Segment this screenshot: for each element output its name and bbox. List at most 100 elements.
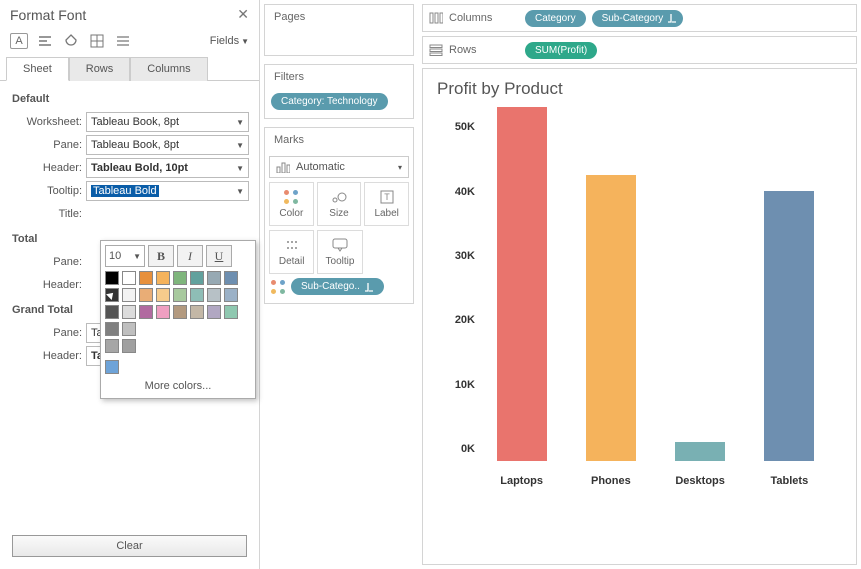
alignment-icon[interactable] <box>36 33 54 49</box>
underline-button[interactable]: U <box>206 245 232 267</box>
fields-dropdown[interactable]: Fields ▼ <box>210 35 249 47</box>
bar-icon <box>276 161 290 173</box>
svg-text:T: T <box>384 192 390 202</box>
color-swatch[interactable] <box>105 339 119 353</box>
x-label: Tablets <box>764 475 814 487</box>
pill-category[interactable]: Category <box>525 10 586 27</box>
filters-card-title: Filters <box>265 65 413 89</box>
bar[interactable] <box>497 107 547 461</box>
color-swatch[interactable] <box>224 271 238 285</box>
tab-columns[interactable]: Columns <box>130 57 207 81</box>
color-swatch[interactable] <box>105 271 119 285</box>
color-swatch[interactable] <box>224 305 238 319</box>
marks-pill-subcategory[interactable]: Sub-Catego.. <box>291 278 384 295</box>
color-swatch[interactable] <box>190 305 204 319</box>
label-title: Title: <box>12 208 82 220</box>
tab-rows[interactable]: Rows <box>69 57 131 81</box>
size-icon <box>331 189 347 205</box>
font-icon[interactable]: A <box>10 33 28 49</box>
color-swatch[interactable] <box>156 305 170 319</box>
label-header-total: Header: <box>12 279 82 291</box>
color-swatch[interactable] <box>190 288 204 302</box>
y-tick: 40K <box>437 186 475 198</box>
color-swatch[interactable] <box>139 305 153 319</box>
label-pane: Pane: <box>12 139 82 151</box>
section-default: Default <box>12 87 249 109</box>
y-tick: 10K <box>437 379 475 391</box>
color-swatch[interactable] <box>105 360 119 374</box>
color-swatch[interactable] <box>139 288 153 302</box>
font-color-popup: 10▼ B I U More colors... <box>100 240 256 399</box>
marks-tooltip-button[interactable]: Tooltip <box>317 230 362 274</box>
label-icon: T <box>380 189 394 205</box>
color-swatch[interactable] <box>207 288 221 302</box>
sort-icon <box>364 282 374 292</box>
columns-icon <box>429 12 443 24</box>
clear-button[interactable]: Clear <box>12 535 247 557</box>
color-swatch[interactable] <box>173 271 187 285</box>
color-swatch[interactable] <box>122 271 136 285</box>
y-tick: 0K <box>437 443 475 455</box>
pill-profit[interactable]: SUM(Profit) <box>525 42 597 59</box>
x-label: Phones <box>586 475 636 487</box>
columns-shelf[interactable]: Columns Category Sub-Category <box>422 4 857 32</box>
chart-area: LaptopsPhonesDesktopsTablets 0K10K20K30K… <box>479 107 832 487</box>
sort-icon <box>667 13 677 23</box>
format-title: Format Font <box>10 7 86 23</box>
marks-color-button[interactable]: Color <box>269 182 314 226</box>
bar[interactable] <box>586 175 636 461</box>
fields-label: Fields <box>210 35 239 47</box>
marks-size-button[interactable]: Size <box>317 182 362 226</box>
color-swatch[interactable] <box>105 288 119 302</box>
filter-pill-category[interactable]: Category: Technology <box>271 93 388 110</box>
bar[interactable] <box>764 191 814 461</box>
label-pane-gt: Pane: <box>12 327 82 339</box>
color-swatch[interactable] <box>156 271 170 285</box>
default-header-dropdown[interactable]: Tableau Bold, 10pt▼ <box>86 158 249 178</box>
color-swatch[interactable] <box>105 322 119 336</box>
x-label: Laptops <box>497 475 547 487</box>
marks-label-button[interactable]: T Label <box>364 182 409 226</box>
color-swatch[interactable] <box>122 339 136 353</box>
color-swatch[interactable] <box>139 271 153 285</box>
color-swatch[interactable] <box>190 271 204 285</box>
borders-icon[interactable] <box>88 33 106 49</box>
color-swatch[interactable] <box>122 322 136 336</box>
close-icon[interactable]: ✕ <box>237 6 249 23</box>
color-swatch[interactable] <box>122 305 136 319</box>
color-swatch[interactable] <box>105 305 119 319</box>
y-tick: 30K <box>437 250 475 262</box>
more-colors-link[interactable]: More colors... <box>105 374 251 394</box>
marks-detail-button[interactable]: Detail <box>269 230 314 274</box>
marks-type-dropdown[interactable]: Automatic ▾ <box>269 156 409 178</box>
color-swatch[interactable] <box>122 288 136 302</box>
color-swatch[interactable] <box>224 288 238 302</box>
color-dots-icon <box>271 280 285 294</box>
color-swatch[interactable] <box>173 305 187 319</box>
rows-shelf[interactable]: Rows SUM(Profit) <box>422 36 857 64</box>
color-dots-icon <box>284 190 298 204</box>
shading-icon[interactable] <box>62 33 80 49</box>
color-swatch[interactable] <box>207 271 221 285</box>
lines-icon[interactable] <box>114 33 132 49</box>
rows-icon <box>429 44 443 56</box>
tab-sheet[interactable]: Sheet <box>6 57 69 81</box>
label-worksheet: Worksheet: <box>12 116 82 128</box>
default-pane-dropdown[interactable]: Tableau Book, 8pt▼ <box>86 135 249 155</box>
worksheet-dropdown[interactable]: Tableau Book, 8pt▼ <box>86 112 249 132</box>
chart-title: Profit by Product <box>437 79 842 99</box>
italic-button[interactable]: I <box>177 245 203 267</box>
color-swatch[interactable] <box>173 288 187 302</box>
pill-subcategory[interactable]: Sub-Category <box>592 10 684 27</box>
y-tick: 20K <box>437 314 475 326</box>
font-size-input[interactable]: 10▼ <box>105 245 145 267</box>
bar[interactable] <box>675 442 725 461</box>
color-swatch[interactable] <box>156 288 170 302</box>
label-header-gt: Header: <box>12 350 82 362</box>
bold-button[interactable]: B <box>148 245 174 267</box>
caret-down-icon: ▾ <box>398 163 402 172</box>
color-swatch[interactable] <box>207 305 221 319</box>
default-tooltip-dropdown[interactable]: Tableau Bold▼ <box>86 181 249 201</box>
pages-card-title: Pages <box>265 5 413 29</box>
marks-card-title: Marks <box>265 128 413 152</box>
